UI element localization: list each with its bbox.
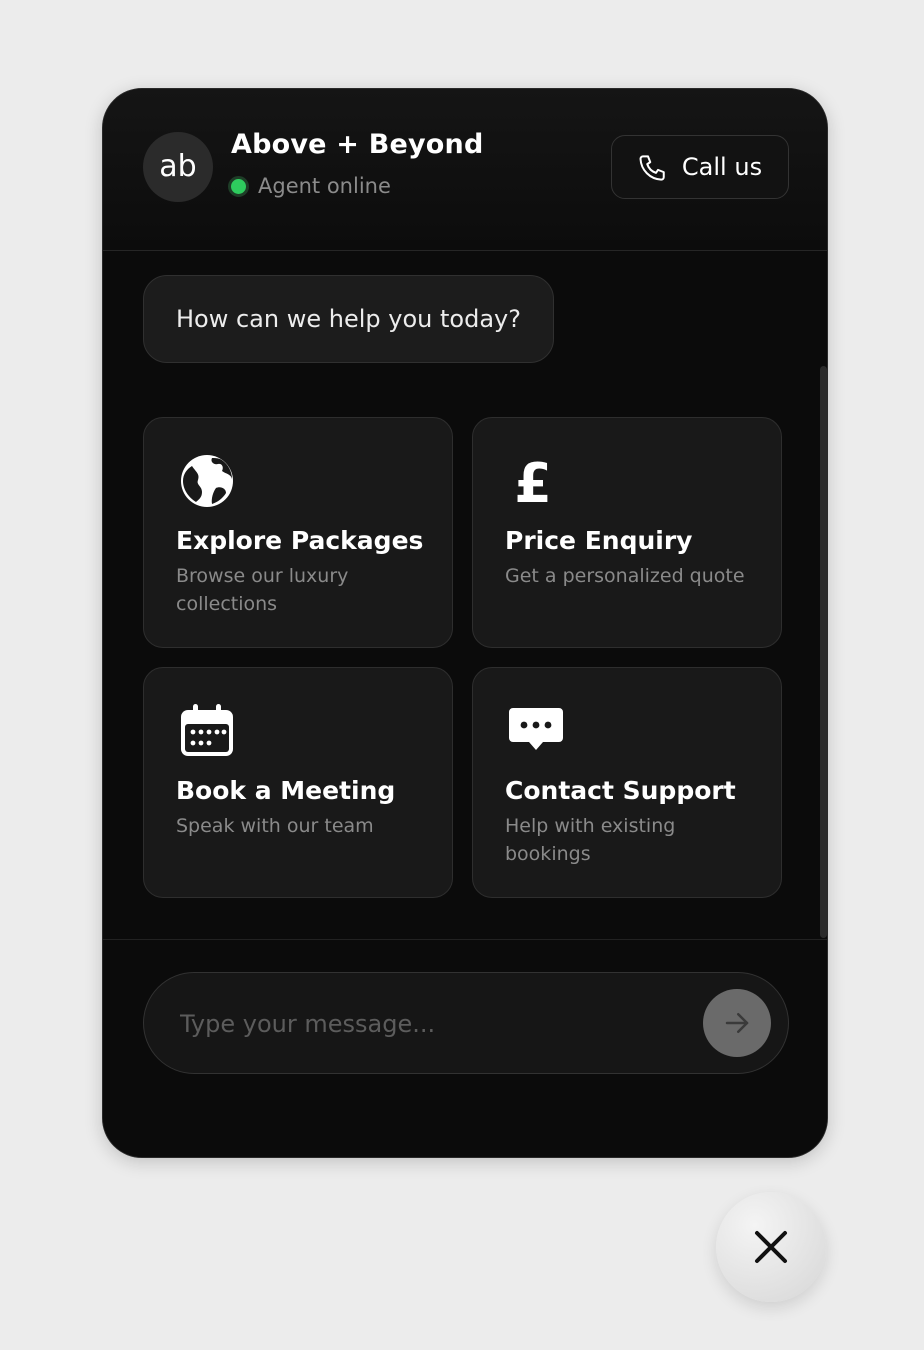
option-card-explore-packages[interactable]: Explore Packages Browse our luxury colle… <box>143 417 453 648</box>
call-us-label: Call us <box>681 153 763 181</box>
chat-body: How can we help you today? Explore Packa… <box>103 251 827 939</box>
arrow-right-icon <box>725 1013 749 1033</box>
svg-text:ab: ab <box>159 150 196 184</box>
chat-composer <box>103 939 827 1157</box>
svg-text:£: £ <box>514 452 552 510</box>
option-card-book-meeting[interactable]: Book a Meeting Speak with our team <box>143 667 453 898</box>
chat-bubble-icon <box>509 708 563 750</box>
option-description: Get a personalized quote <box>505 565 745 587</box>
phone-icon <box>639 155 665 181</box>
option-title: Book a Meeting <box>176 776 396 805</box>
close-icon <box>755 1231 787 1263</box>
option-card-contact-support[interactable]: Contact Support Help with existing booki… <box>472 667 782 898</box>
option-title: Explore Packages <box>176 526 424 555</box>
avatar: ab <box>143 132 213 202</box>
globe-icon <box>181 455 233 507</box>
agent-status: Agent online <box>228 174 391 198</box>
scrollbar[interactable] <box>820 366 827 938</box>
call-us-button[interactable]: Call us <box>611 135 789 199</box>
message-input[interactable] <box>178 997 662 1051</box>
message-input-container <box>143 972 789 1074</box>
pound-icon: £ <box>514 452 552 510</box>
chat-widget: ab Above + Beyond Agent online Call us H… <box>102 88 828 1158</box>
close-chat-button[interactable] <box>716 1192 826 1302</box>
option-description: Browse our luxury collections <box>176 565 349 615</box>
online-indicator <box>228 175 249 197</box>
brand-name: Above + Beyond <box>231 129 484 160</box>
option-description: Help with existing bookings <box>505 815 676 865</box>
calendar-icon <box>181 704 233 756</box>
ab-logo: ab <box>159 150 196 184</box>
send-button[interactable] <box>703 989 771 1057</box>
greeting-message: How can we help you today? <box>143 275 554 363</box>
option-title: Price Enquiry <box>505 526 693 555</box>
option-card-price-enquiry[interactable]: £ Price Enquiry Get a personalized quote <box>472 417 782 648</box>
option-title: Contact Support <box>505 776 736 805</box>
status-text: Agent online <box>258 174 391 198</box>
chat-header: ab Above + Beyond Agent online Call us <box>103 89 827 251</box>
option-description: Speak with our team <box>176 815 374 837</box>
